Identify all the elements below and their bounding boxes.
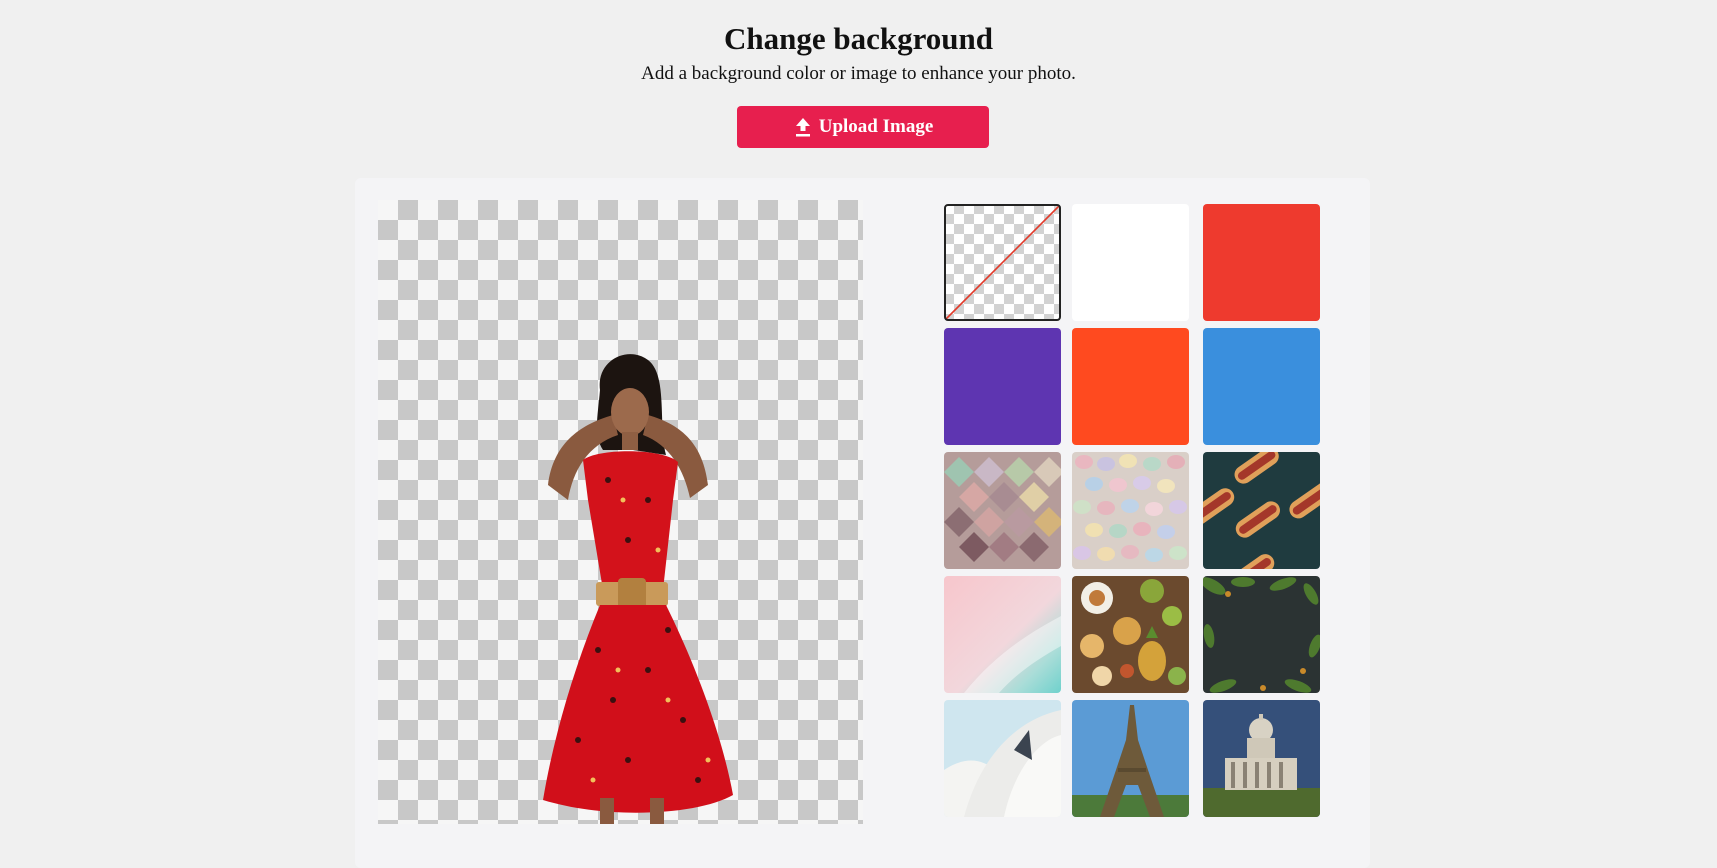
swatch-color-orange[interactable] bbox=[1072, 328, 1189, 445]
upload-image-button[interactable]: Upload Image bbox=[737, 106, 989, 148]
hotdogs-thumbnail bbox=[1203, 452, 1320, 569]
swatch-image-monument[interactable] bbox=[1203, 700, 1320, 817]
subject-cutout bbox=[543, 354, 733, 824]
swatch-image-tiles[interactable] bbox=[944, 452, 1061, 569]
swatch-image-pastel-gradient[interactable] bbox=[944, 576, 1061, 693]
swatch-transparent[interactable] bbox=[944, 204, 1061, 321]
eiffel-tower-thumbnail bbox=[1072, 700, 1189, 817]
tiles-thumbnail bbox=[944, 452, 1061, 569]
swatch-image-candy[interactable] bbox=[1072, 452, 1189, 569]
swatch-image-food-spread[interactable] bbox=[1072, 576, 1189, 693]
swatch-color-red[interactable] bbox=[1203, 204, 1320, 321]
swatch-color-purple[interactable] bbox=[944, 328, 1061, 445]
monument-thumbnail bbox=[1203, 700, 1320, 817]
image-preview bbox=[378, 200, 863, 824]
food-spread-thumbnail bbox=[1072, 576, 1189, 693]
no-background-icon bbox=[945, 205, 1060, 320]
swatch-image-dark-foliage[interactable] bbox=[1203, 576, 1320, 693]
sail-roof-thumbnail bbox=[944, 700, 1061, 817]
swatch-image-sail-roof[interactable] bbox=[944, 700, 1061, 817]
dark-foliage-thumbnail bbox=[1203, 576, 1320, 693]
pastel-gradient-thumbnail bbox=[944, 576, 1061, 693]
swatch-image-eiffel-tower[interactable] bbox=[1072, 700, 1189, 817]
candy-thumbnail bbox=[1072, 452, 1189, 569]
swatch-color-white[interactable] bbox=[1072, 204, 1189, 321]
swatch-color-blue[interactable] bbox=[1203, 328, 1320, 445]
page-title: Change background bbox=[723, 21, 994, 56]
upload-button-label: Upload Image bbox=[818, 116, 934, 137]
swatch-image-hotdogs[interactable] bbox=[1203, 452, 1320, 569]
page-subtitle: Add a background color or image to enhan… bbox=[641, 63, 1076, 84]
upload-icon bbox=[795, 118, 810, 137]
